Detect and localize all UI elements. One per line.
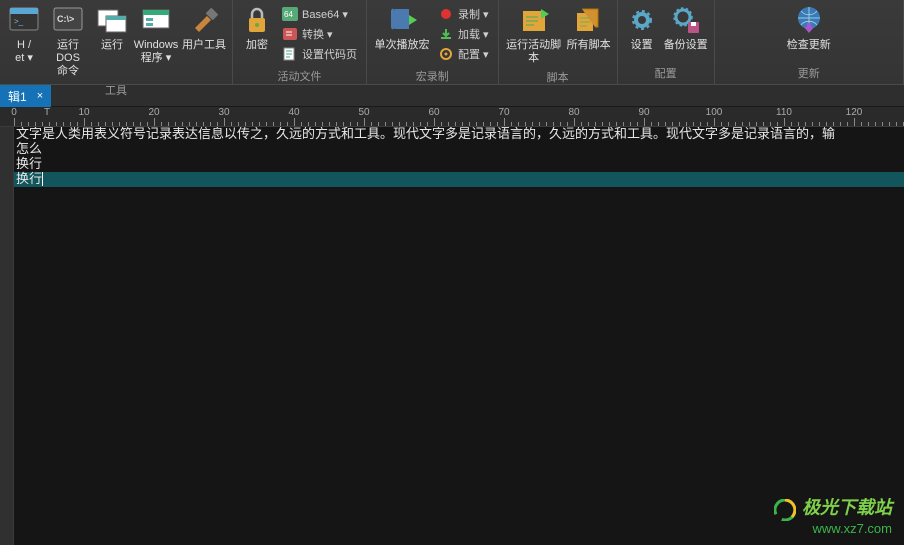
ribbon-group-tools: >_ H / et ▾ C:\> 运行 DOS 命令 运行 W (0, 0, 233, 84)
scripts-stack-icon (573, 4, 605, 36)
ssh-telnet-button[interactable]: >_ H / et ▾ (4, 2, 44, 67)
ribbon-group-macro: 单次播放宏 录制 ▾ 加载 ▾ 配置 ▾ 宏录制 (367, 0, 499, 84)
hammer-icon (188, 4, 220, 36)
base64-icon: 64 (282, 6, 298, 22)
record-icon (438, 6, 454, 22)
page-icon (282, 46, 298, 62)
ruler-number: 70 (498, 107, 509, 118)
all-scripts-button[interactable]: 所有脚本 (565, 2, 613, 54)
ruler-number: 110 (776, 107, 792, 118)
text-caret (42, 172, 43, 186)
tab-close-button[interactable]: × (37, 90, 43, 102)
record-button[interactable]: 录制 ▾ (435, 4, 492, 24)
ruler-number: 100 (706, 107, 723, 118)
editor-line[interactable]: 文字是人类用表义符号记录表达信息以传之，久远的方式和工具。现代文字多是记录语言的… (14, 127, 904, 142)
watermark: 极光下载站 www.xz7.com (774, 499, 892, 537)
tab-edit1[interactable]: 辑1 × (0, 85, 51, 107)
script-play-icon (518, 4, 550, 36)
ruler-number: 0 (11, 107, 17, 118)
svg-text:64: 64 (284, 10, 293, 19)
gear-small-icon (438, 46, 454, 62)
dos-icon: C:\> (52, 4, 84, 36)
ribbon-group-label-update: 更新 (798, 63, 820, 84)
ribbon-group-config: 设置 备份设置 配置 (618, 0, 715, 84)
tab-label: 辑1 (8, 88, 27, 105)
ruler-number: 20 (148, 107, 159, 118)
run-windows-button[interactable]: Windows 程序 ▾ (132, 2, 180, 67)
load-button[interactable]: 加载 ▾ (435, 24, 492, 44)
ruler-number: 40 (288, 107, 299, 118)
gear-save-icon (670, 4, 702, 36)
macro-config-button[interactable]: 配置 ▾ (435, 44, 492, 64)
app-window-icon (96, 4, 128, 36)
encrypt-button[interactable]: 加密 (237, 2, 277, 54)
watermark-url: www.xz7.com (774, 521, 892, 537)
check-update-button[interactable]: 检查更新 (785, 2, 833, 54)
ribbon-group-label-macro: 宏录制 (416, 66, 449, 87)
base64-button[interactable]: 64 Base64 ▾ (279, 4, 360, 24)
ruler-number: 10 (78, 107, 89, 118)
lock-icon (241, 4, 273, 36)
editor-line[interactable]: 怎么 (14, 142, 904, 157)
ruler-number: 80 (568, 107, 579, 118)
run-dos-button[interactable]: C:\> 运行 DOS 命令 (44, 2, 92, 80)
gear-icon (626, 4, 658, 36)
terminal-icon: >_ (8, 4, 40, 36)
ruler-number: 50 (358, 107, 369, 118)
load-icon (438, 26, 454, 42)
svg-text:>_: >_ (14, 17, 24, 26)
play-scroll-icon (386, 4, 418, 36)
user-tools-button[interactable]: 用户工具 (180, 2, 228, 54)
play-macro-button[interactable]: 单次播放宏 (371, 2, 433, 54)
editor-line[interactable]: 换行 (14, 157, 904, 172)
backup-settings-button[interactable]: 备份设置 (662, 2, 710, 54)
ribbon-group-activefile: 加密 64 Base64 ▾ 转换 ▾ 设置代码页 活动文件 (233, 0, 367, 84)
gutter (0, 127, 14, 545)
ruler-number: 120 (846, 107, 863, 118)
ribbon: >_ H / et ▾ C:\> 运行 DOS 命令 运行 W (0, 0, 904, 85)
editor[interactable]: 文字是人类用表义符号记录表达信息以传之，久远的方式和工具。现代文字多是记录语言的… (0, 127, 904, 545)
globe-up-icon (793, 4, 825, 36)
codepage-button[interactable]: 设置代码页 (279, 44, 360, 64)
settings-button[interactable]: 设置 (622, 2, 662, 54)
ribbon-group-label-activefile: 活动文件 (278, 66, 322, 87)
tab-bar: 辑1 × (0, 85, 904, 107)
ruler-number: 90 (638, 107, 649, 118)
ribbon-group-label-tools: 工具 (105, 80, 127, 101)
run-active-script-button[interactable]: 运行活动脚本 (503, 2, 565, 67)
watermark-brand: 极光下载站 (802, 498, 892, 518)
convert-icon (282, 26, 298, 42)
run-button[interactable]: 运行 (92, 2, 132, 54)
windows-app-icon (140, 4, 172, 36)
editor-line[interactable]: 换行 (14, 172, 904, 187)
convert-button[interactable]: 转换 ▾ (279, 24, 360, 44)
ruler: T 0102030405060708090100110120 (0, 107, 904, 127)
svg-text:C:\>: C:\> (57, 14, 74, 24)
ribbon-group-label-config: 配置 (655, 63, 677, 84)
ribbon-group-script: 运行活动脚本 所有脚本 脚本 (499, 0, 618, 84)
ribbon-group-update: 检查更新 更新 (715, 0, 904, 84)
ruler-number: 30 (218, 107, 229, 118)
ruler-number: 60 (428, 107, 439, 118)
ribbon-group-label-script: 脚本 (547, 67, 569, 88)
logo-icon (774, 499, 796, 521)
